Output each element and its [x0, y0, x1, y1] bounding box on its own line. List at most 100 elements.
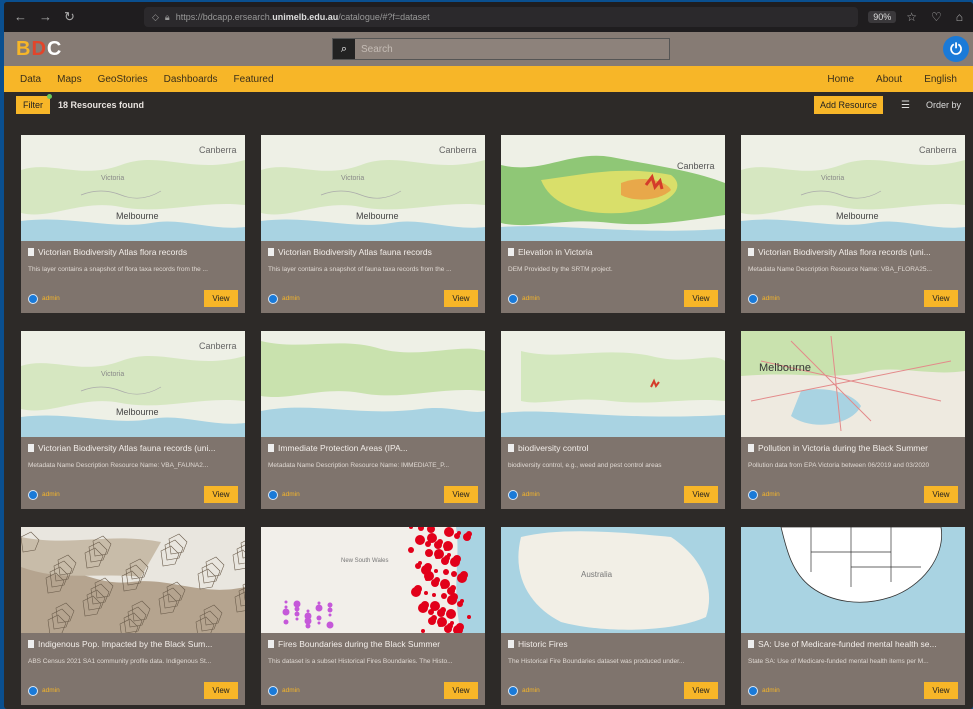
card-body: Immediate Protection Areas (IPA... Metad… — [261, 437, 485, 509]
view-button[interactable]: View — [444, 290, 478, 307]
resource-card[interactable]: SA: Use of Medicare-funded mental health… — [741, 527, 965, 705]
card-footer: admin View — [508, 486, 718, 503]
resource-card[interactable]: Canberra Melbourne Victoria Victorian Bi… — [21, 135, 245, 313]
owner-name[interactable]: admin — [42, 295, 60, 302]
card-title[interactable]: SA: Use of Medicare-funded mental health… — [748, 639, 958, 649]
view-button[interactable]: View — [444, 682, 478, 699]
app-header: BDC ⌕ ⏻ — [4, 32, 973, 66]
dataset-icon — [28, 640, 34, 648]
owner-name[interactable]: admin — [522, 491, 540, 498]
map-thumbnail[interactable] — [501, 331, 725, 437]
list-view-icon[interactable]: ☰ — [901, 100, 910, 111]
browser-nav: ← → ↻ — [14, 9, 134, 25]
view-button[interactable]: View — [924, 682, 958, 699]
view-button[interactable]: View — [684, 290, 718, 307]
card-title[interactable]: Immediate Protection Areas (IPA... — [268, 443, 478, 453]
view-button[interactable]: View — [444, 486, 478, 503]
view-button[interactable]: View — [204, 290, 238, 307]
lock-icon: 🔒︎ — [164, 11, 170, 22]
filter-button[interactable]: Filter — [16, 94, 52, 114]
dataset-icon — [268, 444, 274, 452]
card-title[interactable]: Historic Fires — [508, 639, 718, 649]
owner-avatar-icon — [508, 685, 518, 696]
resource-card[interactable]: Canberra Melbourne Victoria Victorian Bi… — [261, 135, 485, 313]
owner-avatar-icon — [268, 293, 278, 304]
map-thumbnail[interactable] — [261, 331, 485, 437]
owner-name[interactable]: admin — [762, 295, 780, 302]
card-title[interactable]: Victorian Biodiversity Atlas flora recor… — [28, 247, 238, 257]
browser-toolbar: ← → ↻ ◇ 🔒︎ https://bdcapp.ersearch.unime… — [4, 2, 973, 32]
bdc-logo[interactable]: BDC — [16, 38, 62, 61]
main-nav: Data Maps GeoStories Dashboards Featured… — [4, 66, 973, 92]
card-title[interactable]: Indigenous Pop. Impacted by the Black Su… — [28, 639, 238, 649]
bookmark-star-icon[interactable]: ☆ — [906, 10, 917, 24]
owner-name[interactable]: admin — [762, 491, 780, 498]
view-button[interactable]: View — [204, 486, 238, 503]
nav-featured[interactable]: Featured — [234, 74, 274, 85]
nav-home[interactable]: Home — [827, 74, 854, 85]
card-title[interactable]: Victorian Biodiversity Atlas fauna recor… — [28, 443, 238, 453]
owner-name[interactable]: admin — [522, 687, 540, 694]
map-thumbnail[interactable]: Melbourne — [741, 331, 965, 437]
power-icon[interactable]: ⏻ — [943, 36, 969, 62]
map-label-canberra: Canberra — [439, 145, 477, 155]
map-thumbnail[interactable]: Canberra — [501, 135, 725, 241]
reload-icon[interactable]: ↻ — [64, 9, 75, 25]
order-by-dropdown[interactable]: Order by — [926, 100, 961, 110]
owner-avatar-icon — [748, 489, 758, 500]
card-title[interactable]: Victorian Biodiversity Atlas fauna recor… — [268, 247, 478, 257]
view-button[interactable]: View — [684, 486, 718, 503]
map-thumbnail[interactable]: Canberra Melbourne Victoria — [21, 135, 245, 241]
owner-name[interactable]: admin — [522, 295, 540, 302]
owner-name[interactable]: admin — [42, 491, 60, 498]
owner-name[interactable]: admin — [282, 295, 300, 302]
resource-card[interactable]: Canberra Melbourne Victoria Victorian Bi… — [21, 331, 245, 509]
map-thumbnail[interactable] — [741, 527, 965, 633]
map-thumbnail[interactable] — [21, 527, 245, 633]
extensions-icon[interactable]: ⌂ — [956, 10, 963, 24]
map-thumbnail[interactable]: Canberra Melbourne Victoria — [261, 135, 485, 241]
view-button[interactable]: View — [204, 682, 238, 699]
map-thumbnail[interactable]: Canberra Melbourne Victoria — [741, 135, 965, 241]
resource-card[interactable]: Indigenous Pop. Impacted by the Black Su… — [21, 527, 245, 705]
add-resource-button[interactable]: Add Resource — [813, 96, 884, 114]
search-icon[interactable]: ⌕ — [333, 39, 355, 59]
resource-card[interactable]: biodiversity control biodiversity contro… — [501, 331, 725, 509]
language-selector[interactable]: English — [924, 74, 957, 85]
map-thumbnail[interactable]: New South Wales — [261, 527, 485, 633]
map-thumbnail[interactable]: Canberra Melbourne Victoria — [21, 331, 245, 437]
map-thumbnail[interactable]: Australia — [501, 527, 725, 633]
view-button[interactable]: View — [684, 682, 718, 699]
card-title[interactable]: Fires Boundaries during the Black Summer — [268, 639, 478, 649]
nav-maps[interactable]: Maps — [57, 74, 81, 85]
nav-geostories[interactable]: GeoStories — [98, 74, 148, 85]
address-bar[interactable]: ◇ 🔒︎ https://bdcapp.ersearch.unimelb.edu… — [144, 7, 859, 27]
resource-card[interactable]: New South Wales Fires Boundaries during … — [261, 527, 485, 705]
card-title[interactable]: Victorian Biodiversity Atlas flora recor… — [748, 247, 958, 257]
map-label-victoria: Victoria — [341, 175, 364, 182]
nav-dashboards[interactable]: Dashboards — [164, 74, 218, 85]
owner-name[interactable]: admin — [282, 687, 300, 694]
resource-card[interactable]: Immediate Protection Areas (IPA... Metad… — [261, 331, 485, 509]
resource-card[interactable]: Australia Historic Fires The Historical … — [501, 527, 725, 705]
resource-card[interactable]: Canberra Melbourne Victoria Victorian Bi… — [741, 135, 965, 313]
owner-name[interactable]: admin — [282, 491, 300, 498]
owner-name[interactable]: admin — [42, 687, 60, 694]
resource-card[interactable]: Canberra Elevation in Victoria DEM Provi… — [501, 135, 725, 313]
owner-avatar-icon — [28, 489, 38, 500]
search-input[interactable] — [355, 39, 669, 59]
forward-icon[interactable]: → — [39, 9, 52, 25]
nav-about[interactable]: About — [876, 74, 902, 85]
resource-card[interactable]: Melbourne Pollution in Victoria during t… — [741, 331, 965, 509]
card-title[interactable]: Pollution in Victoria during the Black S… — [748, 443, 958, 453]
back-icon[interactable]: ← — [14, 9, 27, 25]
view-button[interactable]: View — [924, 290, 958, 307]
view-button[interactable]: View — [924, 486, 958, 503]
owner-name[interactable]: admin — [762, 687, 780, 694]
pocket-icon[interactable]: ♡ — [931, 10, 942, 24]
card-title[interactable]: Elevation in Victoria — [508, 247, 718, 257]
zoom-level[interactable]: 90% — [868, 11, 897, 23]
card-title-text: biodiversity control — [518, 443, 589, 453]
card-title[interactable]: biodiversity control — [508, 443, 718, 453]
nav-data[interactable]: Data — [20, 74, 41, 85]
